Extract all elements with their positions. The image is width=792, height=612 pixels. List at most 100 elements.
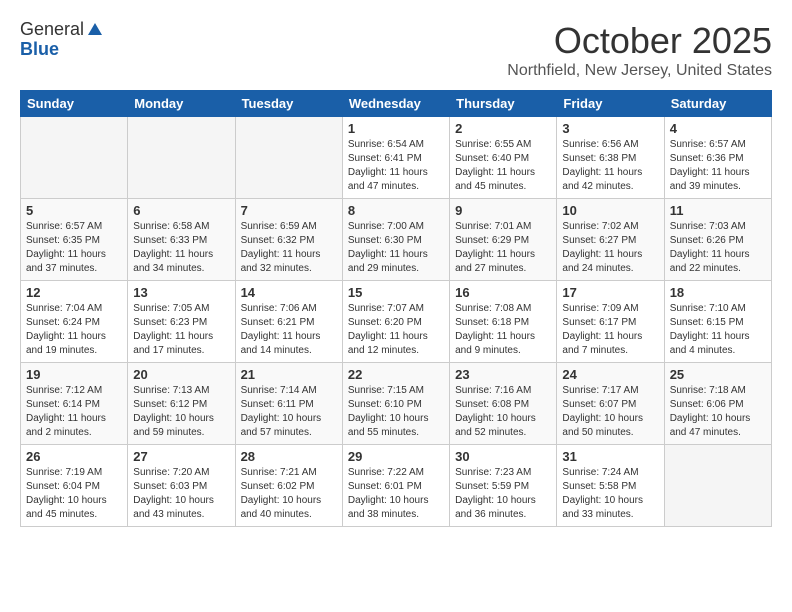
table-row: 9Sunrise: 7:01 AM Sunset: 6:29 PM Daylig… bbox=[450, 199, 557, 281]
header: General Blue October 2025 Northfield, Ne… bbox=[20, 20, 772, 80]
calendar-week-row: 26Sunrise: 7:19 AM Sunset: 6:04 PM Dayli… bbox=[21, 445, 772, 527]
day-number: 25 bbox=[670, 367, 766, 382]
month-title: October 2025 bbox=[507, 20, 772, 62]
day-number: 16 bbox=[455, 285, 551, 300]
table-row: 18 Sunrise: 7:10 AM Sunset: 6:15 PM Dayli… bbox=[664, 281, 771, 363]
table-row: 8Sunrise: 7:00 AM Sunset: 6:30 PM Daylig… bbox=[342, 199, 449, 281]
calendar-week-row: 1 Sunrise: 6:54 AM Sunset: 6:41 PM Daylig… bbox=[21, 117, 772, 199]
calendar-header-row: Sunday Monday Tuesday Wednesday Thursday… bbox=[21, 91, 772, 117]
day-number: 30 bbox=[455, 449, 551, 464]
table-row: 22 Sunrise: 7:15 AM Sunset: 6:10 PM Dayli… bbox=[342, 363, 449, 445]
day-info: Sunrise: 7:13 AM Sunset: 6:12 PM Dayligh… bbox=[133, 384, 229, 440]
logo-line2: Blue bbox=[20, 40, 59, 60]
col-saturday: Saturday bbox=[664, 91, 771, 117]
day-number: 10 bbox=[562, 203, 658, 218]
table-row: 29 Sunrise: 7:22 AM Sunset: 6:01 PM Dayli… bbox=[342, 445, 449, 527]
day-info: Sunrise: 6:57 AM Sunset: 6:36 PM Dayligh… bbox=[670, 138, 766, 194]
day-info: Sunrise: 7:00 AM Sunset: 6:30 PM Dayligh… bbox=[348, 220, 444, 276]
day-number: 5 bbox=[26, 203, 122, 218]
table-row: 26Sunrise: 7:19 AM Sunset: 6:04 PM Dayli… bbox=[21, 445, 128, 527]
location-title: Northfield, New Jersey, United States bbox=[507, 62, 772, 80]
table-row: 31Sunrise: 7:24 AM Sunset: 5:58 PM Dayli… bbox=[557, 445, 664, 527]
day-info: Sunrise: 7:15 AM Sunset: 6:10 PM Dayligh… bbox=[348, 384, 444, 440]
day-number: 26 bbox=[26, 449, 122, 464]
col-sunday: Sunday bbox=[21, 91, 128, 117]
calendar-table: Sunday Monday Tuesday Wednesday Thursday… bbox=[20, 90, 772, 527]
day-info: Sunrise: 7:16 AM Sunset: 6:08 PM Dayligh… bbox=[455, 384, 551, 440]
calendar-week-row: 19Sunrise: 7:12 AM Sunset: 6:14 PM Dayli… bbox=[21, 363, 772, 445]
day-info: Sunrise: 6:57 AM Sunset: 6:35 PM Dayligh… bbox=[26, 220, 122, 276]
col-friday: Friday bbox=[557, 91, 664, 117]
logo-blue-text: Blue bbox=[20, 40, 59, 60]
day-number: 9 bbox=[455, 203, 551, 218]
day-number: 1 bbox=[348, 121, 444, 136]
table-row: 17Sunrise: 7:09 AM Sunset: 6:17 PM Dayli… bbox=[557, 281, 664, 363]
table-row: 16 Sunrise: 7:08 AM Sunset: 6:18 PM Dayli… bbox=[450, 281, 557, 363]
day-number: 23 bbox=[455, 367, 551, 382]
day-number: 7 bbox=[241, 203, 337, 218]
day-info: Sunrise: 7:09 AM Sunset: 6:17 PM Dayligh… bbox=[562, 302, 658, 358]
table-row: 15 Sunrise: 7:07 AM Sunset: 6:20 PM Dayli… bbox=[342, 281, 449, 363]
day-info: Sunrise: 7:06 AM Sunset: 6:21 PM Dayligh… bbox=[241, 302, 337, 358]
day-number: 13 bbox=[133, 285, 229, 300]
day-info: Sunrise: 6:54 AM Sunset: 6:41 PM Dayligh… bbox=[348, 138, 444, 194]
day-info: Sunrise: 7:23 AM Sunset: 5:59 PM Dayligh… bbox=[455, 466, 551, 522]
table-row: 27Sunrise: 7:20 AM Sunset: 6:03 PM Dayli… bbox=[128, 445, 235, 527]
page: General Blue October 2025 Northfield, Ne… bbox=[0, 0, 792, 537]
table-row: 21 Sunrise: 7:14 AM Sunset: 6:11 PM Dayli… bbox=[235, 363, 342, 445]
table-row: 4 Sunrise: 6:57 AM Sunset: 6:36 PM Daylig… bbox=[664, 117, 771, 199]
table-row: 28 Sunrise: 7:21 AM Sunset: 6:02 PM Dayli… bbox=[235, 445, 342, 527]
day-info: Sunrise: 6:58 AM Sunset: 6:33 PM Dayligh… bbox=[133, 220, 229, 276]
table-row: 7 Sunrise: 6:59 AM Sunset: 6:32 PM Daylig… bbox=[235, 199, 342, 281]
day-info: Sunrise: 6:59 AM Sunset: 6:32 PM Dayligh… bbox=[241, 220, 337, 276]
day-info: Sunrise: 7:21 AM Sunset: 6:02 PM Dayligh… bbox=[241, 466, 337, 522]
table-row: 20Sunrise: 7:13 AM Sunset: 6:12 PM Dayli… bbox=[128, 363, 235, 445]
day-info: Sunrise: 7:14 AM Sunset: 6:11 PM Dayligh… bbox=[241, 384, 337, 440]
col-thursday: Thursday bbox=[450, 91, 557, 117]
day-number: 14 bbox=[241, 285, 337, 300]
table-row: 25 Sunrise: 7:18 AM Sunset: 6:06 PM Dayli… bbox=[664, 363, 771, 445]
day-number: 24 bbox=[562, 367, 658, 382]
day-number: 22 bbox=[348, 367, 444, 382]
day-info: Sunrise: 7:18 AM Sunset: 6:06 PM Dayligh… bbox=[670, 384, 766, 440]
table-row: 5 Sunrise: 6:57 AM Sunset: 6:35 PM Daylig… bbox=[21, 199, 128, 281]
day-number: 12 bbox=[26, 285, 122, 300]
table-row bbox=[21, 117, 128, 199]
title-block: October 2025 Northfield, New Jersey, Uni… bbox=[507, 20, 772, 80]
day-info: Sunrise: 7:02 AM Sunset: 6:27 PM Dayligh… bbox=[562, 220, 658, 276]
col-tuesday: Tuesday bbox=[235, 91, 342, 117]
day-number: 2 bbox=[455, 121, 551, 136]
logo-icon bbox=[86, 21, 104, 39]
logo-line1: General bbox=[20, 20, 104, 40]
table-row: 11 Sunrise: 7:03 AM Sunset: 6:26 PM Dayli… bbox=[664, 199, 771, 281]
day-info: Sunrise: 7:17 AM Sunset: 6:07 PM Dayligh… bbox=[562, 384, 658, 440]
day-number: 4 bbox=[670, 121, 766, 136]
day-info: Sunrise: 7:05 AM Sunset: 6:23 PM Dayligh… bbox=[133, 302, 229, 358]
day-number: 31 bbox=[562, 449, 658, 464]
calendar-week-row: 5 Sunrise: 6:57 AM Sunset: 6:35 PM Daylig… bbox=[21, 199, 772, 281]
day-number: 27 bbox=[133, 449, 229, 464]
table-row: 23 Sunrise: 7:16 AM Sunset: 6:08 PM Dayli… bbox=[450, 363, 557, 445]
day-info: Sunrise: 7:07 AM Sunset: 6:20 PM Dayligh… bbox=[348, 302, 444, 358]
day-info: Sunrise: 6:55 AM Sunset: 6:40 PM Dayligh… bbox=[455, 138, 551, 194]
table-row bbox=[235, 117, 342, 199]
day-info: Sunrise: 7:12 AM Sunset: 6:14 PM Dayligh… bbox=[26, 384, 122, 440]
day-number: 28 bbox=[241, 449, 337, 464]
table-row: 14 Sunrise: 7:06 AM Sunset: 6:21 PM Dayli… bbox=[235, 281, 342, 363]
table-row: 1 Sunrise: 6:54 AM Sunset: 6:41 PM Daylig… bbox=[342, 117, 449, 199]
day-number: 6 bbox=[133, 203, 229, 218]
day-number: 21 bbox=[241, 367, 337, 382]
day-number: 15 bbox=[348, 285, 444, 300]
day-number: 11 bbox=[670, 203, 766, 218]
table-row: 24 Sunrise: 7:17 AM Sunset: 6:07 PM Dayli… bbox=[557, 363, 664, 445]
col-wednesday: Wednesday bbox=[342, 91, 449, 117]
day-number: 29 bbox=[348, 449, 444, 464]
day-info: Sunrise: 7:03 AM Sunset: 6:26 PM Dayligh… bbox=[670, 220, 766, 276]
day-info: Sunrise: 7:22 AM Sunset: 6:01 PM Dayligh… bbox=[348, 466, 444, 522]
table-row: 6 Sunrise: 6:58 AM Sunset: 6:33 PM Daylig… bbox=[128, 199, 235, 281]
calendar-week-row: 12Sunrise: 7:04 AM Sunset: 6:24 PM Dayli… bbox=[21, 281, 772, 363]
day-info: Sunrise: 7:08 AM Sunset: 6:18 PM Dayligh… bbox=[455, 302, 551, 358]
day-number: 18 bbox=[670, 285, 766, 300]
table-row: 10 Sunrise: 7:02 AM Sunset: 6:27 PM Dayli… bbox=[557, 199, 664, 281]
day-info: Sunrise: 7:10 AM Sunset: 6:15 PM Dayligh… bbox=[670, 302, 766, 358]
